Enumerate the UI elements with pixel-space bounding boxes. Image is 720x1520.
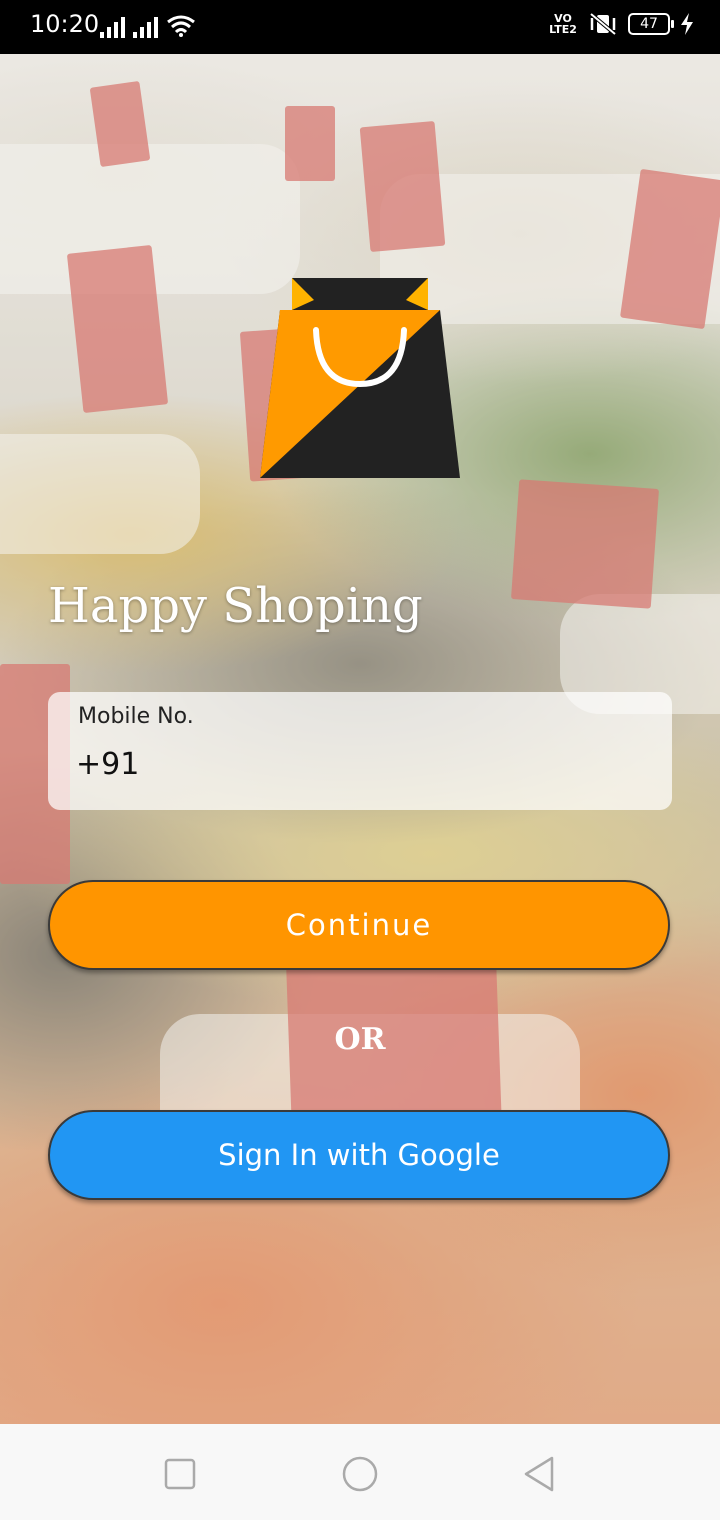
shopping-bag-logo-icon xyxy=(260,278,460,478)
status-time: 10:20 xyxy=(30,10,100,38)
continue-button[interactable]: Continue xyxy=(48,880,670,970)
signal-strength-icon xyxy=(100,16,125,38)
recent-apps-icon[interactable] xyxy=(160,1454,200,1494)
mobile-label: Mobile No. xyxy=(78,704,194,729)
signal-strength-2-icon xyxy=(133,16,158,38)
status-bar: 10:20 VO LTE2 47 xyxy=(0,0,720,54)
vibrate-mute-icon xyxy=(589,12,617,36)
volte-icon: VO LTE2 xyxy=(549,12,577,36)
or-divider: OR xyxy=(334,1022,386,1057)
charging-icon xyxy=(681,13,693,35)
navigation-bar xyxy=(0,1424,720,1520)
app-title: Happy Shoping xyxy=(48,578,423,634)
status-right-icons: VO LTE2 47 xyxy=(548,12,694,36)
signal-icons xyxy=(100,14,196,38)
mobile-number-field[interactable]: Mobile No. xyxy=(48,692,672,810)
mobile-input[interactable] xyxy=(76,742,636,786)
back-icon[interactable] xyxy=(520,1454,560,1494)
wifi-icon xyxy=(167,15,195,37)
home-icon[interactable] xyxy=(340,1454,380,1494)
battery-icon: 47 xyxy=(628,13,674,35)
google-sign-in-button[interactable]: Sign In with Google xyxy=(48,1110,670,1200)
